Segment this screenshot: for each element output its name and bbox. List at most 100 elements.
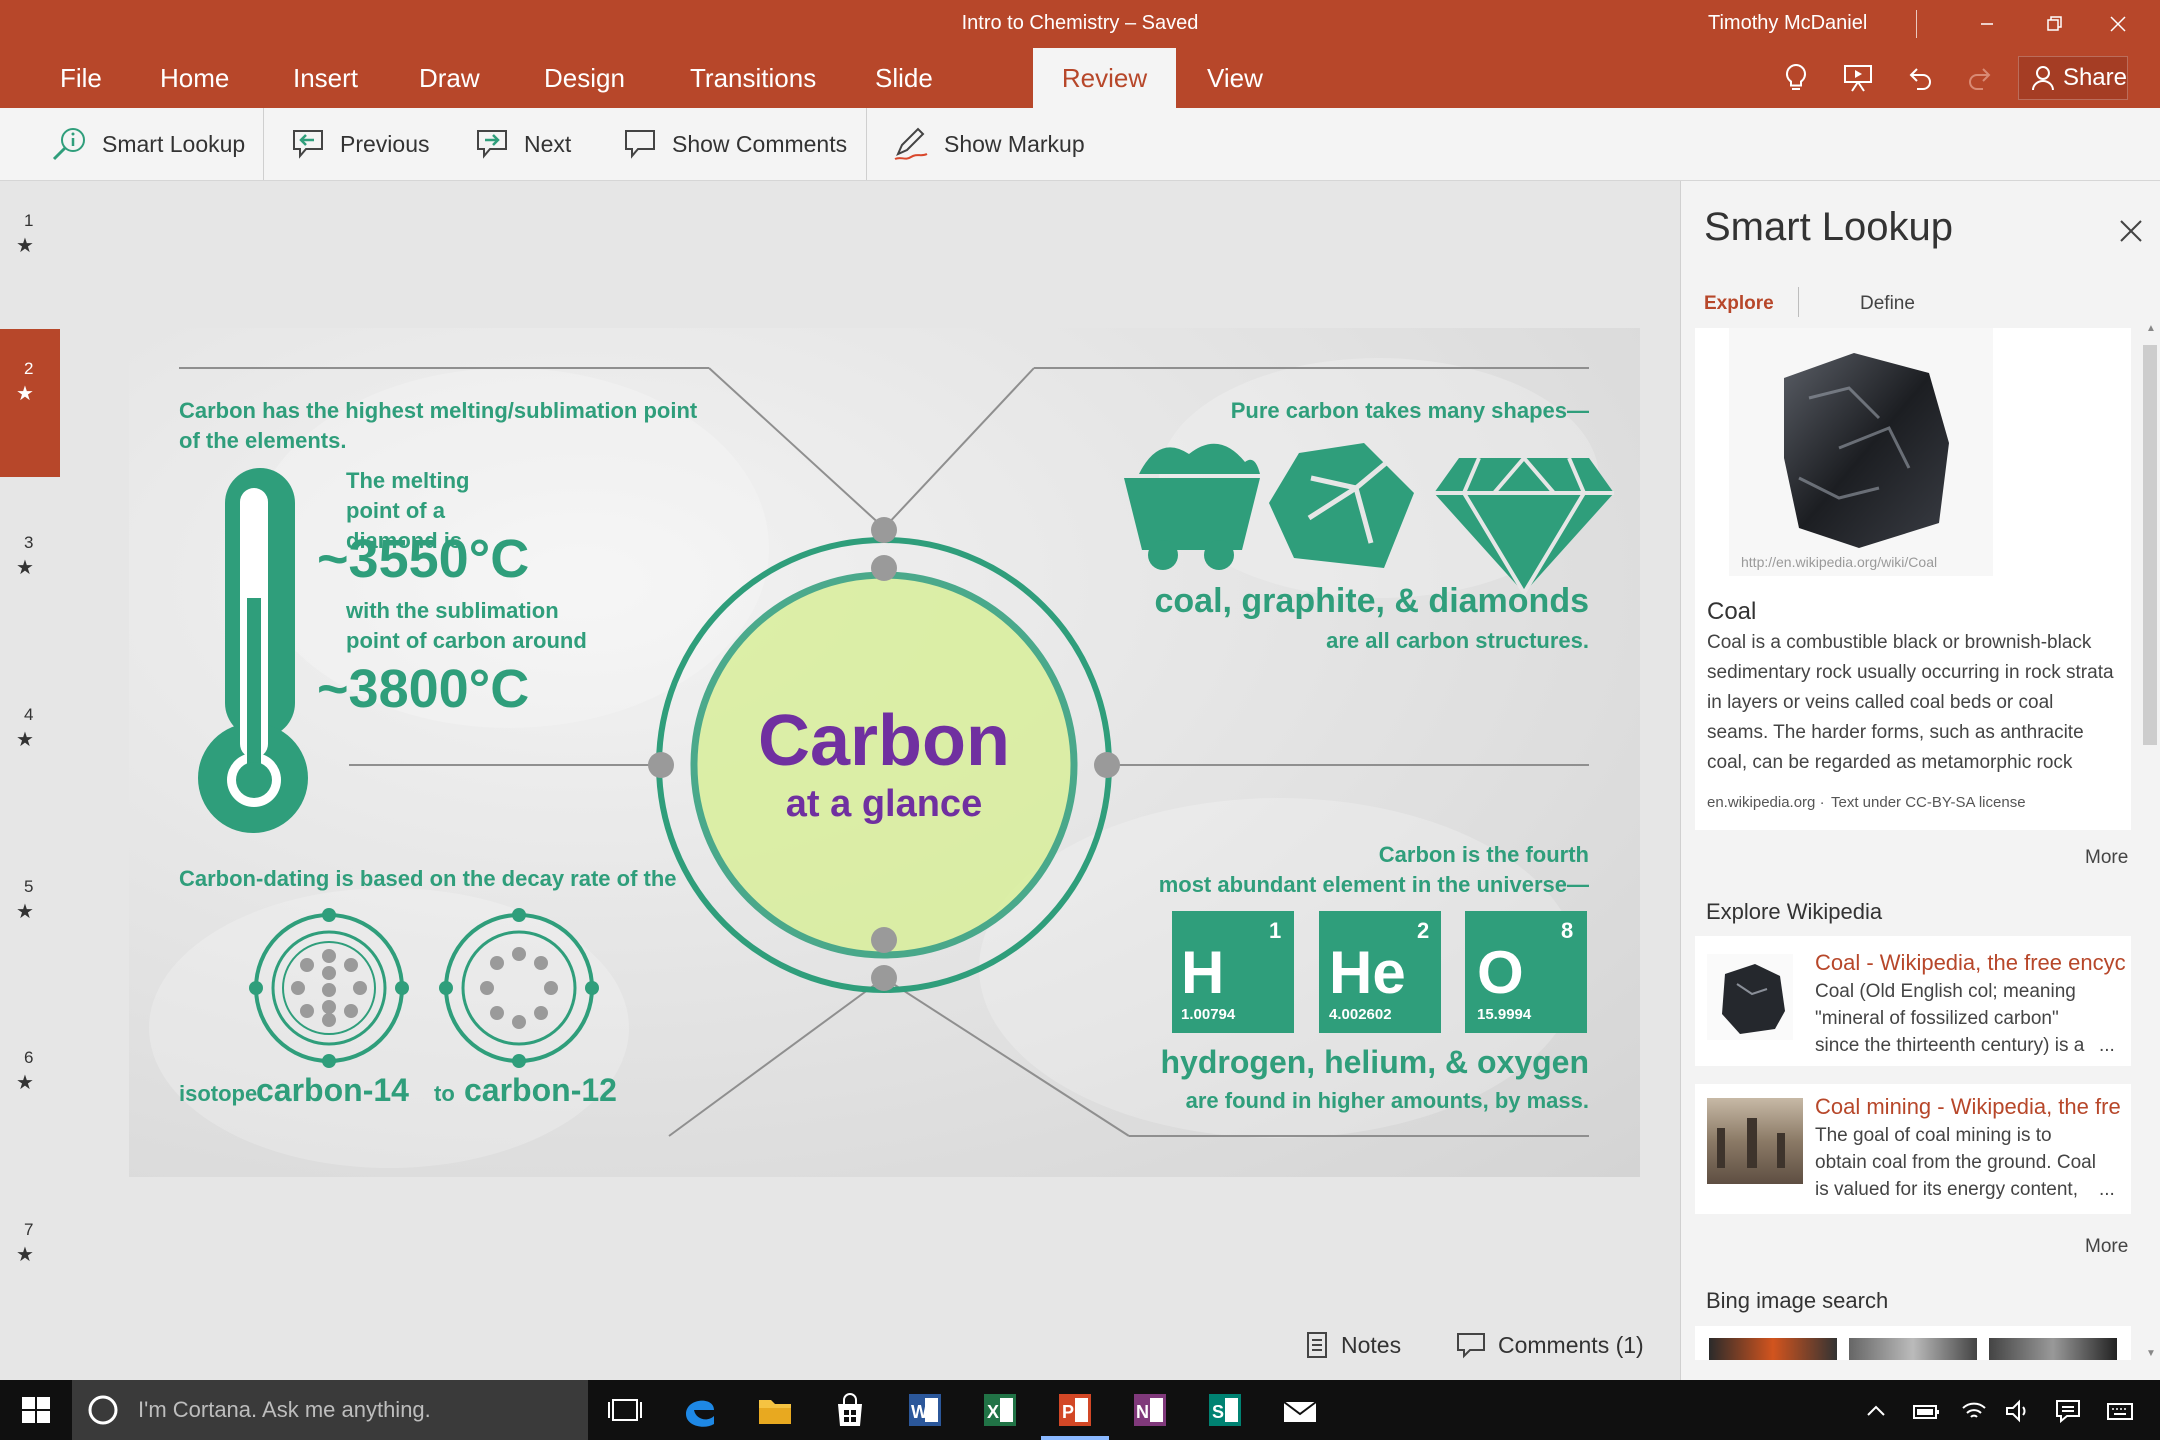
slide-thumbnail[interactable]: 5 ★: [0, 847, 60, 995]
more-link[interactable]: More: [2085, 847, 2128, 869]
tell-me-button[interactable]: [1776, 58, 1816, 98]
restore-button[interactable]: [2025, 0, 2085, 48]
taskbar-app[interactable]: [680, 1390, 720, 1430]
slide-thumbnail[interactable]: 7 ★: [0, 1190, 60, 1338]
show-comments-button[interactable]: Show Comments: [622, 108, 847, 180]
thermometer-icon: [198, 468, 308, 833]
wiki-result[interactable]: Coal mining - Wikipedia, the fre The goa…: [1695, 1084, 2131, 1214]
pane-close-button[interactable]: [2113, 213, 2149, 249]
tab-insert[interactable]: Insert: [266, 48, 385, 108]
slide-thumbnail[interactable]: 6 ★: [0, 1018, 60, 1166]
slide-thumbnail[interactable]: 1 ★: [0, 181, 60, 329]
wiki-title[interactable]: Coal mining - Wikipedia, the fre: [1815, 1094, 2125, 1120]
show-markup-button[interactable]: Show Markup: [892, 108, 1085, 180]
result-license[interactable]: Text under CC-BY-SA license: [1831, 794, 2026, 811]
redo-button[interactable]: [1961, 58, 2001, 98]
tab-explore[interactable]: Explore: [1704, 293, 1774, 315]
undo-button[interactable]: [1899, 58, 1939, 98]
taskbar-app[interactable]: [605, 1390, 645, 1430]
taskbar-app[interactable]: X: [980, 1390, 1020, 1430]
edge-icon: [686, 1400, 714, 1427]
scroll-thumb[interactable]: [2143, 345, 2157, 745]
animation-marker-icon: ★: [16, 1072, 34, 1094]
taskbar-app[interactable]: N: [1130, 1390, 1170, 1430]
shapes-tail: are all carbon structures.: [1326, 628, 1589, 653]
scroll-up-arrow-icon[interactable]: ▲: [2146, 323, 2156, 334]
previous-comment-button[interactable]: Previous: [290, 108, 429, 180]
share-label: Share: [2062, 64, 2127, 91]
tab-slide-show[interactable]: Slide Show: [848, 48, 967, 153]
coal-thumbnail: [1722, 964, 1785, 1034]
slide-thumbnail[interactable]: 3 ★: [0, 503, 60, 651]
start-button[interactable]: [20, 1394, 52, 1426]
taskbar-app[interactable]: [1280, 1390, 1320, 1430]
wiki-result[interactable]: Coal - Wikipedia, the free encyc Coal (O…: [1695, 936, 2131, 1066]
user-name[interactable]: Timothy McDaniel: [1708, 12, 1867, 35]
close-button[interactable]: [2088, 0, 2148, 48]
battery-button[interactable]: [1912, 1398, 1940, 1424]
notes-icon: [1307, 1332, 1327, 1358]
powerpoint-icon: P: [1059, 1394, 1091, 1426]
slide-thumbnail-active[interactable]: 2 ★: [0, 329, 60, 477]
element-number: 8: [1561, 918, 1574, 943]
word-icon: W: [909, 1394, 941, 1426]
more-link[interactable]: More: [2085, 1236, 2128, 1258]
slide-number: 1: [24, 211, 34, 230]
taskbar-app[interactable]: W: [905, 1390, 945, 1430]
minimize-button[interactable]: [1957, 0, 2017, 48]
file-explorer-icon: [759, 1400, 791, 1424]
comments-button[interactable]: Comments (1): [1456, 1331, 1644, 1359]
tab-home[interactable]: Home: [133, 48, 256, 108]
result-card[interactable]: http://en.wikipedia.org/wiki/Coal Coal C…: [1695, 328, 2131, 830]
image-caption[interactable]: http://en.wikipedia.org/wiki/Coal: [1741, 554, 1937, 570]
excel-icon: X: [984, 1394, 1016, 1426]
dating-carbon-14: carbon-14: [256, 1072, 409, 1108]
bing-image[interactable]: [1989, 1338, 2117, 1360]
tab-define[interactable]: Define: [1860, 293, 1915, 315]
svg-text:X: X: [987, 1402, 999, 1422]
animation-marker-icon: ★: [16, 557, 34, 579]
present-button[interactable]: [1838, 58, 1878, 98]
result-source[interactable]: en.wikipedia.org ·: [1707, 794, 1825, 811]
tab-design[interactable]: Design: [517, 48, 652, 108]
tab-view[interactable]: View: [1180, 48, 1290, 108]
cortana-search-box[interactable]: I'm Cortana. Ask me anything.: [72, 1380, 588, 1440]
share-button[interactable]: Share: [2018, 56, 2128, 100]
wiki-title[interactable]: Coal - Wikipedia, the free encyc: [1815, 950, 2125, 976]
element-number: 1: [1269, 918, 1282, 943]
slide-number: 6: [24, 1048, 34, 1067]
next-comment-button[interactable]: Next: [474, 108, 571, 180]
tab-file[interactable]: File: [33, 48, 129, 108]
redo-icon: [1969, 68, 1991, 90]
tab-draw[interactable]: Draw: [392, 48, 507, 108]
animation-marker-icon: ★: [16, 383, 34, 405]
tray-overflow-button[interactable]: [1862, 1398, 1890, 1424]
slide-thumbnail[interactable]: 4 ★: [0, 675, 60, 823]
svg-text:N: N: [1136, 1402, 1149, 1422]
ribbon-divider: [263, 108, 264, 180]
action-center-button[interactable]: [2054, 1398, 2082, 1424]
battery-icon: [1913, 1405, 1939, 1419]
slide-canvas[interactable]: Carbon has the highest melting/sublimati…: [129, 328, 1640, 1177]
animation-marker-icon: ★: [16, 729, 34, 751]
slide-number: 5: [24, 877, 34, 896]
slide-thumbnail-rail: 1 ★ 2 ★ 3 ★ 4 ★ 5 ★ 6 ★ 7 ★: [0, 181, 60, 1380]
volume-button[interactable]: [2004, 1398, 2032, 1424]
ribbon: Smart Lookup Previous Next Show Comments…: [0, 108, 2160, 181]
keyboard-button[interactable]: [2106, 1398, 2134, 1424]
wifi-button[interactable]: [1960, 1398, 1988, 1424]
tab-transitions[interactable]: Transitions: [663, 48, 843, 108]
taskbar-app[interactable]: S: [1205, 1390, 1245, 1430]
bing-image[interactable]: [1709, 1338, 1837, 1360]
pane-scrollbar[interactable]: ▲ ▼: [2141, 323, 2159, 1363]
smart-lookup-button[interactable]: Smart Lookup: [50, 108, 245, 180]
element-number: 2: [1417, 918, 1430, 943]
taskbar-app[interactable]: [755, 1390, 795, 1430]
taskbar-app-active[interactable]: P: [1041, 1390, 1109, 1440]
notes-button[interactable]: Notes: [1305, 1331, 1401, 1359]
taskbar-app[interactable]: [830, 1390, 870, 1430]
coal-image[interactable]: http://en.wikipedia.org/wiki/Coal: [1729, 328, 1993, 576]
tab-review[interactable]: Review: [1033, 48, 1176, 108]
bing-image[interactable]: [1849, 1338, 1977, 1360]
scroll-down-arrow-icon[interactable]: ▼: [2146, 1348, 2156, 1359]
